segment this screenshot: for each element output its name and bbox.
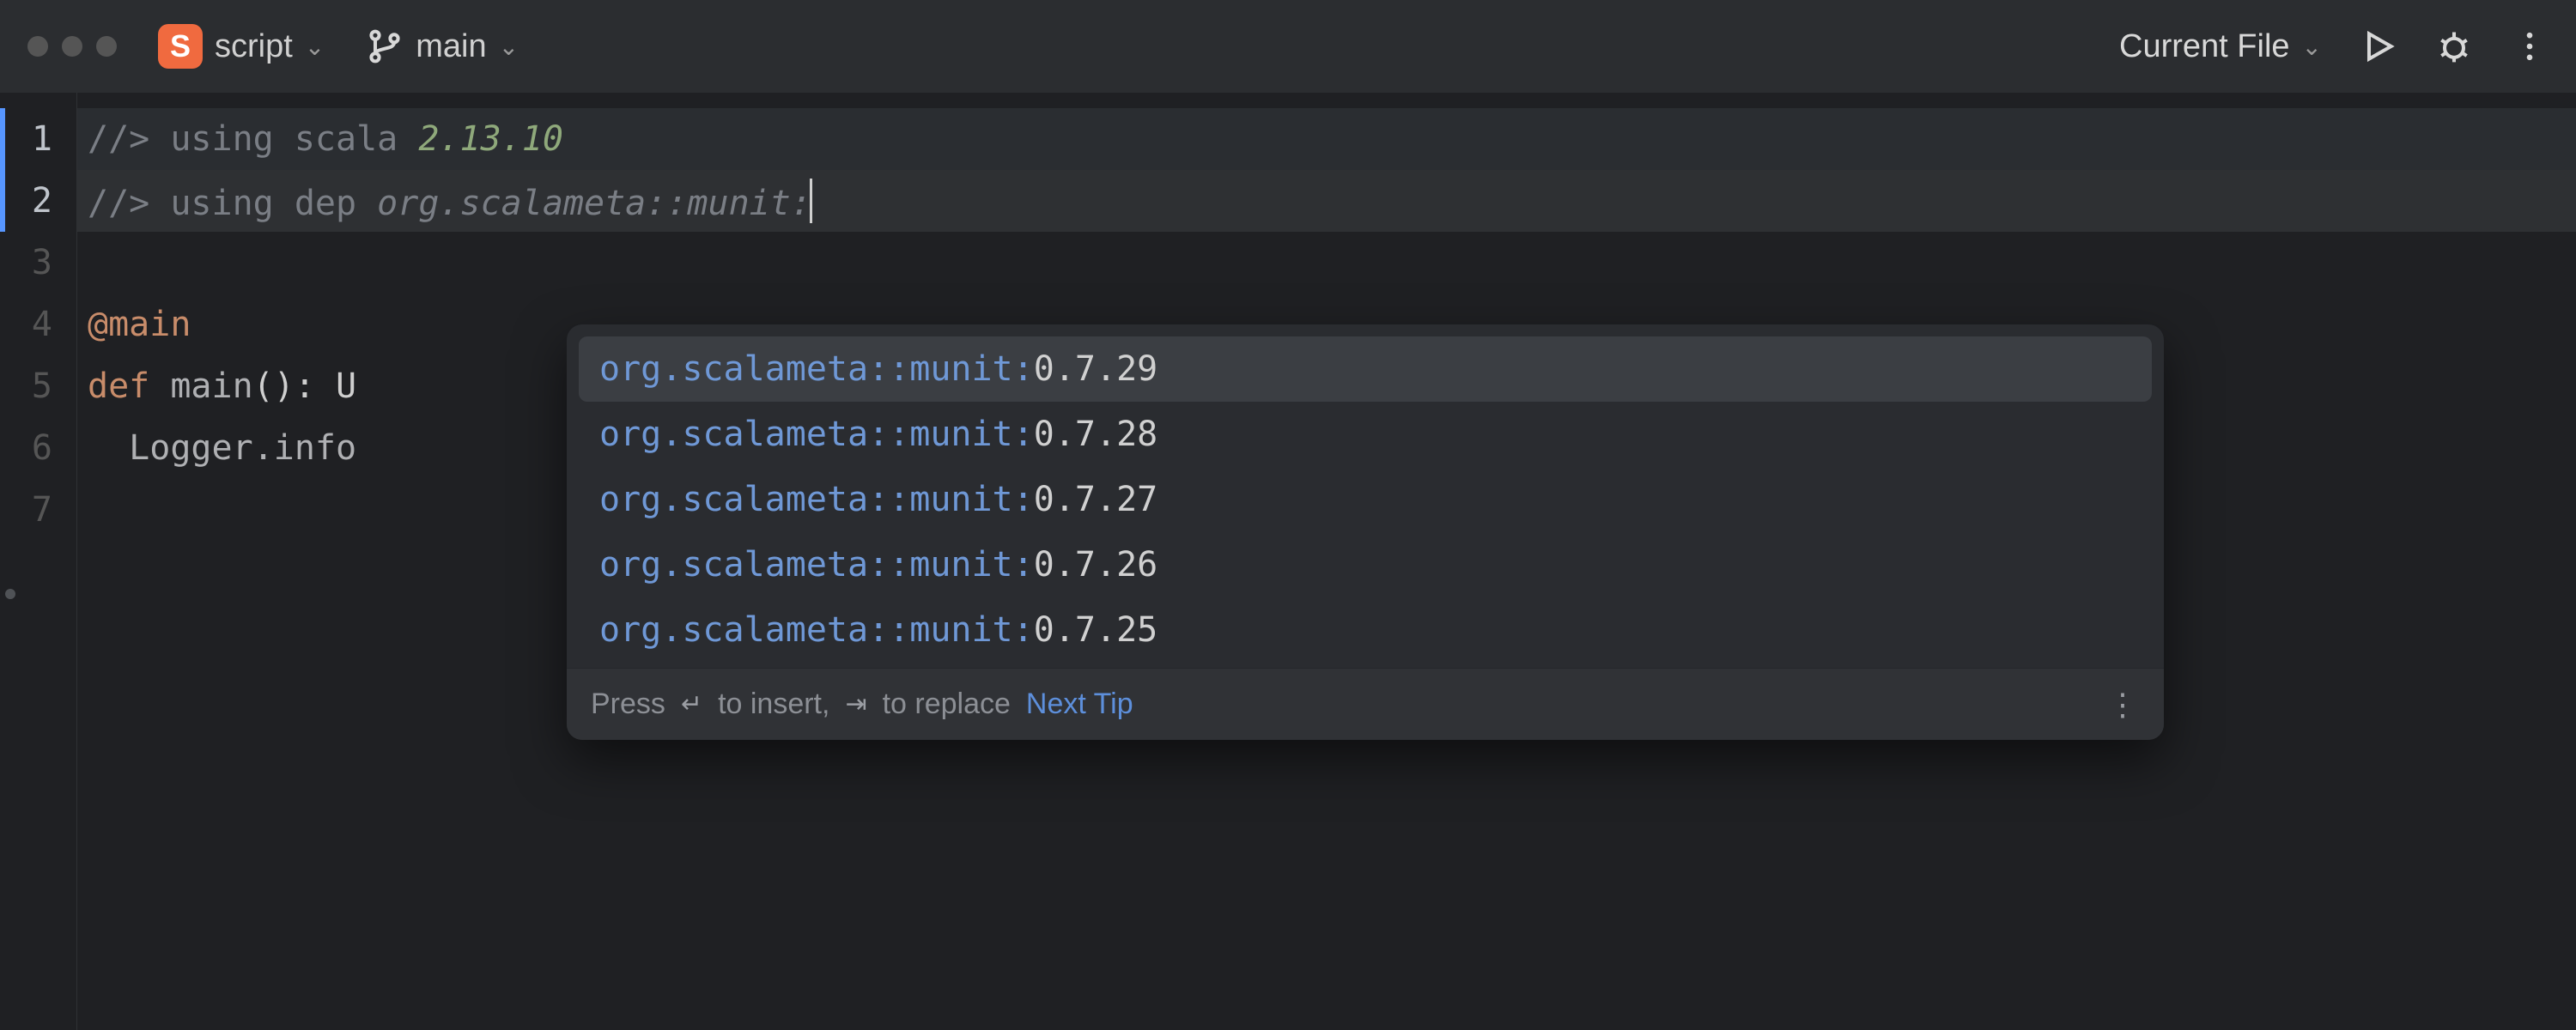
completion-item[interactable]: org.scalameta::munit:0.7.25 [579, 597, 2152, 663]
completion-item-suffix: 0.7.27 [1034, 480, 1158, 519]
line-number[interactable]: 1 [0, 108, 76, 170]
more-menu-icon[interactable] [2511, 27, 2549, 65]
completion-item-prefix: org.scalameta::munit: [599, 545, 1034, 585]
completion-list: org.scalameta::munit:0.7.29 org.scalamet… [567, 324, 2164, 668]
footer-hint-text: to replace [883, 688, 1011, 721]
completion-item-prefix: org.scalameta::munit: [599, 415, 1034, 454]
completion-popup: org.scalameta::munit:0.7.29 org.scalamet… [567, 324, 2164, 740]
branch-selector[interactable]: main ⌄ [366, 27, 519, 65]
completion-item[interactable]: org.scalameta::munit:0.7.27 [579, 467, 2152, 532]
completion-item-suffix: 0.7.28 [1034, 415, 1158, 454]
line-number[interactable]: 3 [0, 232, 76, 294]
line-number[interactable]: 7 [0, 479, 76, 541]
scala-file-icon: S [158, 24, 203, 69]
footer-more-icon[interactable]: ⋮ [2107, 687, 2140, 723]
completion-item-prefix: org.scalameta::munit: [599, 480, 1034, 519]
code-line[interactable] [77, 232, 2576, 294]
line-number[interactable]: 4 [0, 294, 76, 355]
completion-footer: Press ↵ to insert, ⇥ to replace Next Tip… [567, 668, 2164, 740]
top-toolbar: S script ⌄ main ⌄ Current File ⌄ [0, 0, 2576, 93]
chevron-down-icon: ⌄ [2302, 33, 2322, 61]
file-selector[interactable]: S script ⌄ [158, 24, 325, 69]
completion-item-prefix: org.scalameta::munit: [599, 349, 1034, 389]
line-number[interactable]: 5 [0, 355, 76, 417]
line-number-gutter: 1 2 3 4 5 6 7 [0, 93, 77, 1030]
run-config-selector[interactable]: Current File ⌄ [2119, 28, 2322, 65]
completion-item[interactable]: org.scalameta::munit:0.7.26 [579, 532, 2152, 597]
git-branch-icon [366, 27, 404, 65]
code-line[interactable]: //> using dep org.scalameta::munit: [77, 170, 2576, 232]
minimize-window-dot[interactable] [62, 36, 82, 57]
code-area[interactable]: //> using scala 2.13.10 //> using dep or… [77, 93, 2576, 1030]
footer-hint-text: to insert, [718, 688, 829, 721]
chevron-down-icon: ⌄ [305, 33, 325, 61]
line-number[interactable]: 2 [0, 170, 76, 232]
completion-item-suffix: 0.7.26 [1034, 545, 1158, 585]
enter-key-icon: ↵ [681, 689, 702, 719]
close-window-dot[interactable] [27, 36, 48, 57]
run-config-label: Current File [2119, 28, 2290, 65]
completion-item-suffix: 0.7.25 [1034, 610, 1158, 650]
run-icon[interactable] [2360, 27, 2397, 65]
completion-item[interactable]: org.scalameta::munit:0.7.29 [579, 336, 2152, 402]
breakpoint-marker[interactable] [5, 589, 15, 599]
completion-item-suffix: 0.7.29 [1034, 349, 1158, 389]
debug-icon[interactable] [2435, 27, 2473, 65]
window-controls [27, 36, 117, 57]
completion-item-prefix: org.scalameta::munit: [599, 610, 1034, 650]
zoom-window-dot[interactable] [96, 36, 117, 57]
code-line[interactable]: //> using scala 2.13.10 [77, 108, 2576, 170]
completion-item[interactable]: org.scalameta::munit:0.7.28 [579, 402, 2152, 467]
chevron-down-icon: ⌄ [499, 33, 519, 61]
line-number[interactable]: 6 [0, 417, 76, 479]
code-editor: 1 2 3 4 5 6 7 //> using scala 2.13.10 //… [0, 93, 2576, 1030]
text-cursor [810, 179, 812, 223]
footer-hint-text: Press [591, 688, 665, 721]
toolbar-right-group: Current File ⌄ [2119, 27, 2549, 65]
tab-key-icon: ⇥ [845, 689, 866, 719]
next-tip-link[interactable]: Next Tip [1026, 688, 1133, 721]
file-name-label: script [215, 28, 293, 65]
branch-name-label: main [416, 28, 486, 65]
